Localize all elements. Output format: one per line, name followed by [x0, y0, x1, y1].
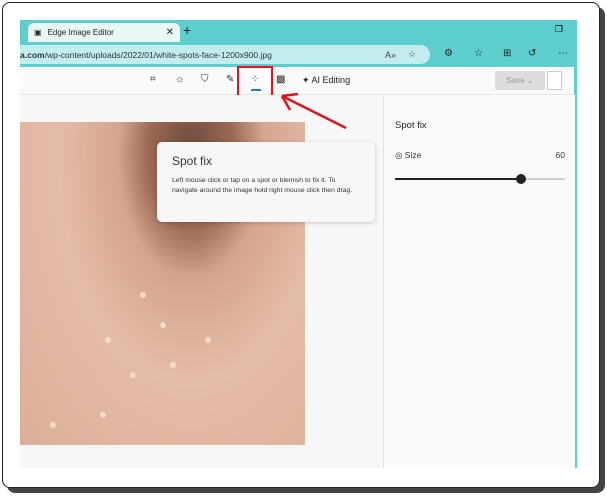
spot-fix-tooltip: Spot fix Left mouse click or tap on a sp… — [157, 142, 375, 222]
tab-edge-image-editor[interactable]: ▣ Edge Image Editor ✕ — [28, 23, 180, 42]
window-edge — [575, 67, 577, 468]
tooltip-body: Left mouse click or tap on a spot or ble… — [172, 177, 353, 194]
adjust-brightness-icon[interactable]: ☼ — [175, 74, 184, 85]
size-slider[interactable] — [395, 174, 565, 184]
red-arrow-annotation — [280, 92, 347, 130]
collections-icon[interactable]: ⊞ — [503, 48, 511, 59]
ai-editing-button[interactable]: ✦ AI Editing — [302, 75, 350, 86]
more-icon[interactable]: ⋯ — [558, 48, 568, 59]
slider-thumb[interactable] — [515, 174, 526, 184]
tooltip-title: Spot fix — [172, 154, 213, 168]
image-icon: ▣ — [34, 28, 42, 37]
extensions-icon[interactable]: ⚙ — [444, 48, 453, 59]
slider-fill — [395, 178, 521, 180]
crop-icon[interactable]: ⌗ — [150, 74, 156, 85]
url-path: /wp-content/uploads/2022/01/white-spots-… — [44, 49, 272, 60]
favorite-star-icon[interactable]: ☆ — [408, 49, 416, 60]
address-bar-row: a.com/wp-content/uploads/2022/01/white-s… — [20, 42, 577, 67]
favorites-icon[interactable]: ☆ — [474, 48, 483, 59]
history-icon[interactable]: ↺ — [528, 48, 536, 59]
save-side — [547, 71, 562, 90]
spot-fix-panel: Spot fix ◎ Size 60 — [383, 95, 575, 468]
highlight-box — [237, 66, 273, 98]
panel-title: Spot fix — [395, 120, 427, 131]
save-button[interactable]: Save ⌄ — [495, 71, 545, 90]
markup-pen-icon[interactable]: ✎ — [226, 74, 234, 85]
address-bar[interactable]: a.com/wp-content/uploads/2022/01/white-s… — [20, 45, 430, 64]
read-aloud-icon[interactable]: A» — [385, 50, 396, 60]
new-tab-button[interactable]: + — [183, 22, 191, 38]
tab-bar: ▣ Edge Image Editor ✕ + ❐ — [20, 20, 577, 42]
close-tab-icon[interactable]: ✕ — [166, 27, 174, 38]
ai-editing-label: AI Editing — [311, 75, 351, 85]
save-label: Save — [506, 76, 525, 85]
filter-icon[interactable]: ⛉ — [201, 74, 209, 85]
url-domain: a.com — [20, 49, 45, 60]
size-value: 60 — [555, 150, 565, 160]
size-label: ◎ Size — [395, 150, 422, 160]
tab-title: Edge Image Editor — [47, 28, 114, 37]
window-icon[interactable]: ❐ — [555, 24, 563, 35]
background-blur-icon[interactable]: ▩ — [276, 74, 285, 85]
size-label-text: Size — [404, 150, 422, 160]
